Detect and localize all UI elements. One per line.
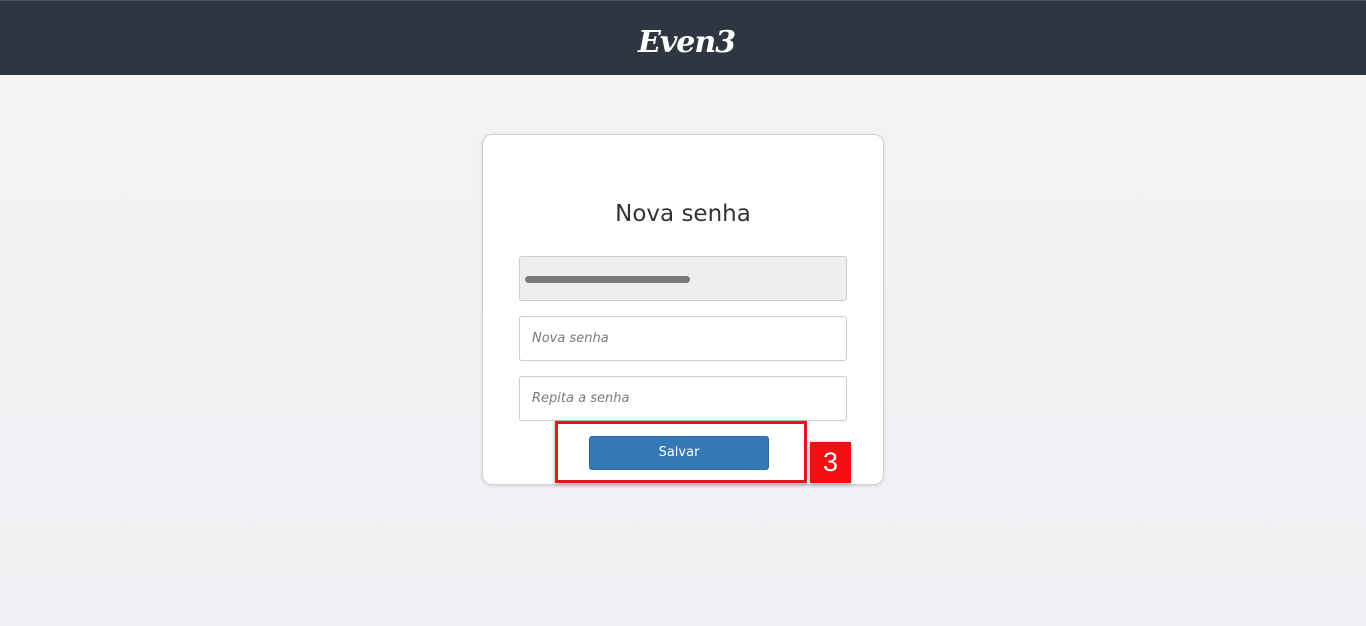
- repeat-password-field[interactable]: [519, 376, 847, 421]
- email-field-container: [519, 256, 847, 301]
- annotation-highlight-box: [555, 421, 807, 483]
- even3-logo[interactable]: Even3: [638, 25, 736, 61]
- email-redaction-mark: [525, 276, 690, 283]
- new-password-field[interactable]: [519, 316, 847, 361]
- page-title: Nova senha: [615, 201, 751, 227]
- top-navbar: Even3: [0, 0, 1366, 75]
- annotation-step-badge: 3: [810, 442, 851, 483]
